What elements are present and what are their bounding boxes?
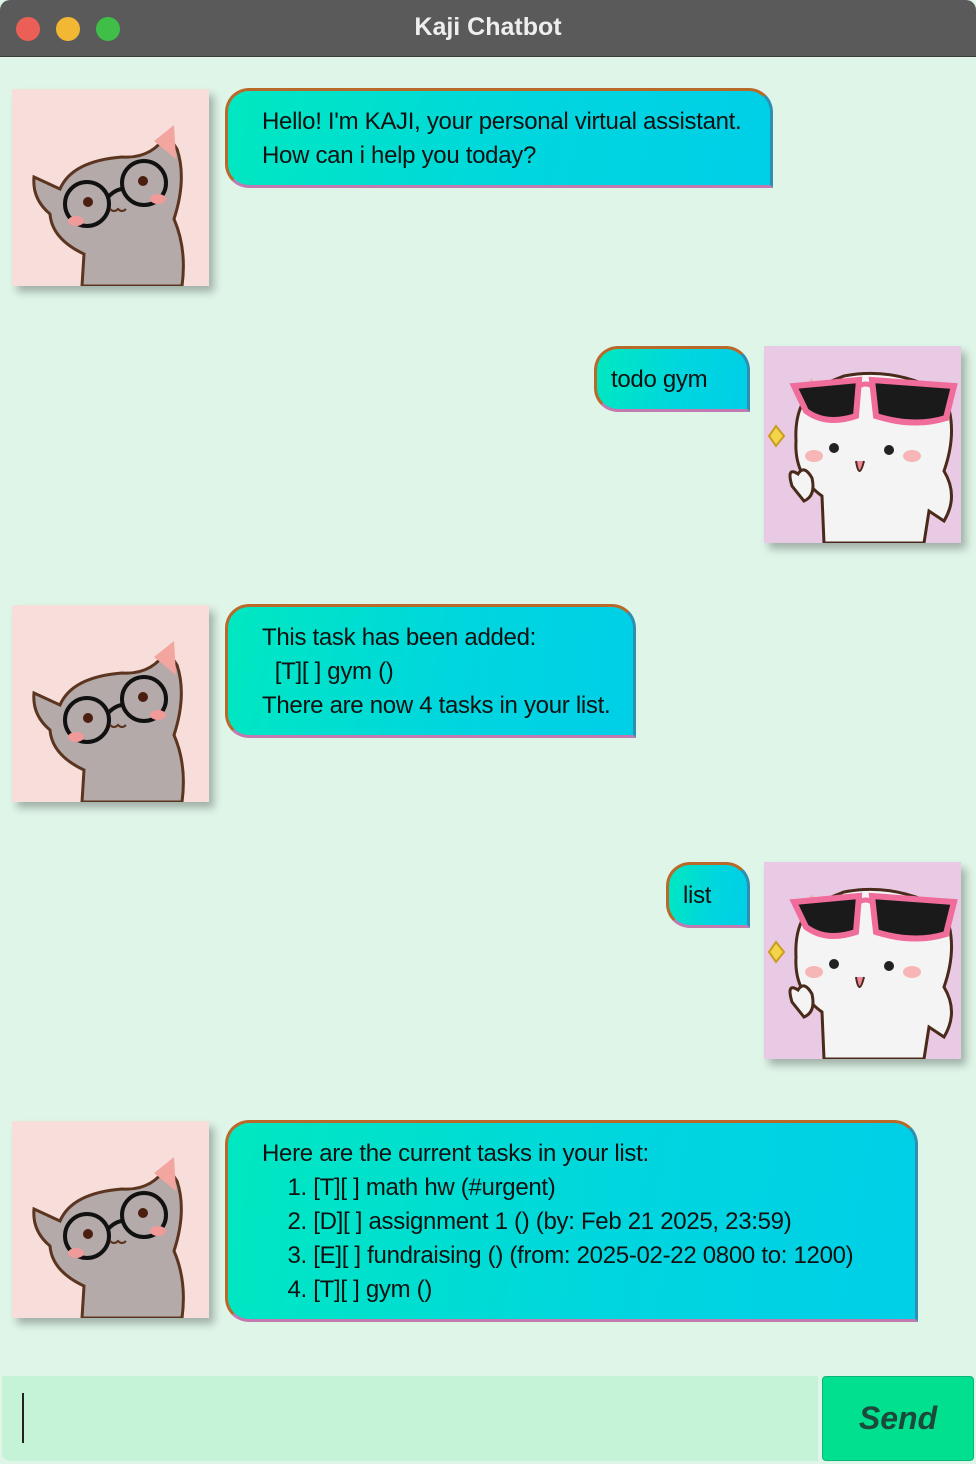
send-button[interactable]: Send (822, 1376, 974, 1461)
user-avatar (764, 862, 961, 1059)
bot-avatar (12, 1121, 209, 1318)
bot-avatar (12, 605, 209, 802)
sunglasses-cat-icon (767, 887, 958, 1059)
glasses-cat-icon (32, 641, 185, 802)
user-message-bubble: todo gym (594, 346, 750, 412)
sunglasses-cat-icon (767, 371, 958, 543)
text-caret (22, 1393, 24, 1443)
glasses-cat-icon (32, 1157, 185, 1318)
message-input[interactable] (2, 1376, 818, 1461)
glasses-cat-icon (32, 125, 185, 286)
title-bar: Kaji Chatbot (0, 0, 976, 57)
window-title: Kaji Chatbot (414, 13, 562, 41)
chat-area[interactable]: Hello! I'm KAJI, your personal virtual a… (0, 57, 976, 1375)
bot-avatar (12, 89, 209, 286)
user-avatar (764, 346, 961, 543)
user-message-bubble: list (666, 862, 750, 928)
bot-message-bubble: Here are the current tasks in your list:… (225, 1120, 918, 1322)
bot-message-bubble: Hello! I'm KAJI, your personal virtual a… (225, 88, 773, 188)
bot-message-bubble: This task has been added: [T][ ] gym () … (225, 604, 636, 738)
